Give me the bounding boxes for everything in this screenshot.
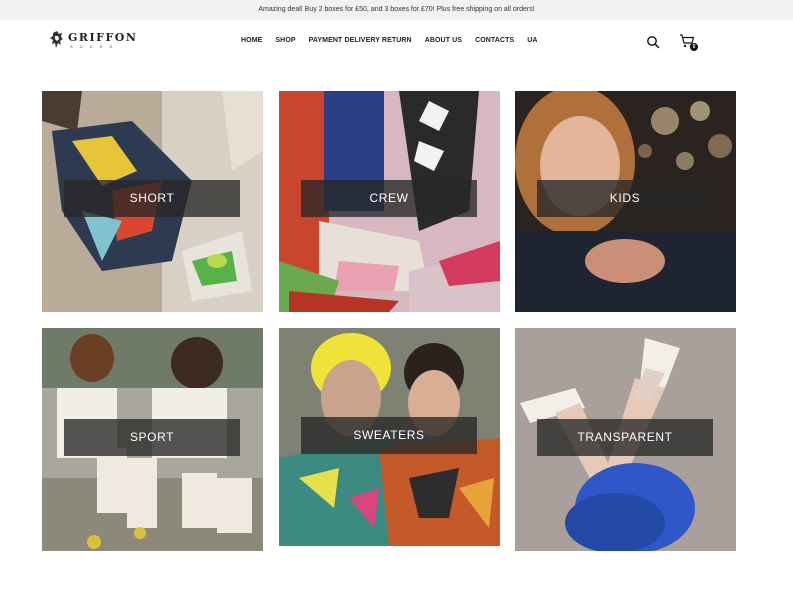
category-label-short: SHORT xyxy=(64,180,240,217)
griffon-logo-icon xyxy=(50,31,63,48)
brand-logo[interactable]: GRIFFON SOCKS xyxy=(50,31,137,49)
category-label-sport: SPORT xyxy=(64,419,240,456)
category-tile-crew[interactable]: CREW xyxy=(279,91,500,312)
cart-button[interactable]: 0 xyxy=(679,34,699,52)
site-header: GRIFFON SOCKS HOME SHOP PAYMENT DELIVERY… xyxy=(0,20,793,64)
category-label-crew: CREW xyxy=(301,180,477,217)
category-label-sweaters: SWEATERS xyxy=(301,417,477,454)
search-icon[interactable] xyxy=(646,35,660,49)
main-nav: HOME SHOP PAYMENT DELIVERY RETURN ABOUT … xyxy=(241,37,538,44)
nav-item-language[interactable]: UA xyxy=(527,37,537,44)
cart-count-badge: 0 xyxy=(690,43,698,51)
brand-name: GRIFFON xyxy=(68,30,138,44)
nav-item-home[interactable]: HOME xyxy=(241,37,262,44)
nav-item-contacts[interactable]: CONTACTS xyxy=(475,37,514,44)
category-label-kids: KIDS xyxy=(537,180,713,217)
promo-text: Amazing deal! Buy 2 boxes for £50, and 3… xyxy=(258,6,535,13)
nav-item-payment-delivery-return[interactable]: PAYMENT DELIVERY RETURN xyxy=(309,37,412,44)
nav-item-shop[interactable]: SHOP xyxy=(275,37,295,44)
category-tile-transparent[interactable]: TRANSPARENT xyxy=(515,328,736,551)
category-tile-sweaters[interactable]: SWEATERS xyxy=(279,328,500,546)
category-tile-kids[interactable]: KIDS xyxy=(515,91,736,312)
promo-banner: Amazing deal! Buy 2 boxes for £50, and 3… xyxy=(0,0,793,20)
category-tile-sport[interactable]: SPORT xyxy=(42,328,263,551)
category-label-transparent: TRANSPARENT xyxy=(537,419,713,456)
brand-tagline: SOCKS xyxy=(70,43,120,49)
nav-item-about-us[interactable]: ABOUT US xyxy=(425,37,462,44)
category-tile-short[interactable]: SHORT xyxy=(42,91,263,312)
